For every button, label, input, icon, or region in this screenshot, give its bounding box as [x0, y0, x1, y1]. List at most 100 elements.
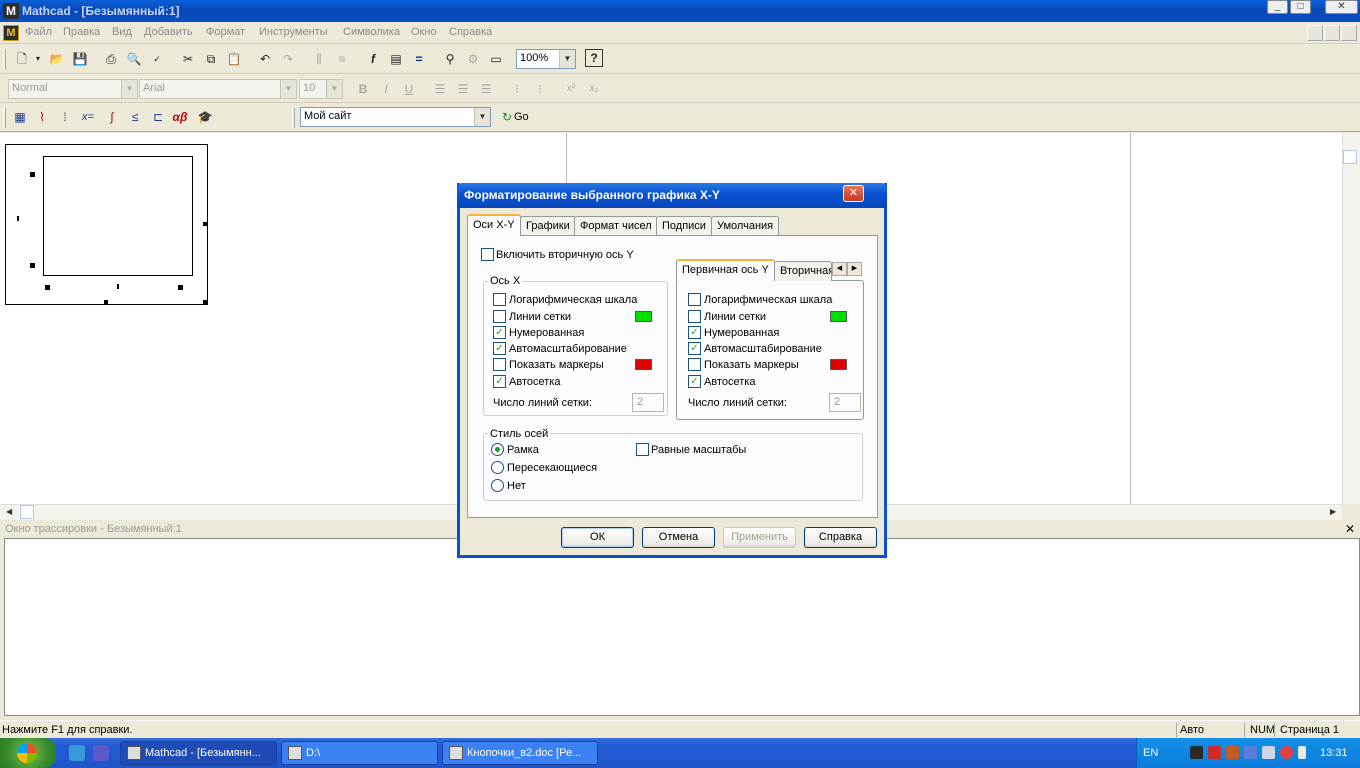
document-icon[interactable]: M [3, 25, 19, 41]
new-dropdown-icon[interactable]: ▾ [28, 49, 48, 69]
horizontal-scroll-thumb[interactable] [20, 505, 34, 519]
tray-monitor-icon[interactable] [1262, 746, 1275, 759]
x-log-scale-checkbox[interactable] [493, 293, 506, 306]
maximize-button[interactable]: □ [1290, 0, 1311, 14]
y-limit-placeholder[interactable] [30, 172, 35, 177]
menu-edit[interactable]: Правка [63, 26, 100, 38]
y-log-scale-checkbox[interactable] [688, 293, 701, 306]
tray-security-icon[interactable] [1280, 746, 1293, 759]
scroll-left-icon[interactable]: ◀ [6, 507, 12, 516]
save-icon[interactable]: 💾 [70, 49, 90, 69]
task-mathcad[interactable]: Mathcad - [Безымянн... [120, 741, 277, 765]
tab-defaults[interactable]: Умолчания [711, 216, 780, 236]
y-marker-color-swatch[interactable] [830, 359, 847, 370]
y-grid-color-swatch[interactable] [830, 311, 847, 322]
media-icon[interactable] [93, 745, 109, 761]
axis-style-crossed-radio[interactable] [491, 461, 504, 474]
menu-symbolics[interactable]: Символика [343, 26, 400, 38]
paste-icon[interactable]: 📋 [224, 49, 244, 69]
go-button[interactable]: Go [514, 111, 529, 123]
y-axis-placeholder[interactable] [17, 216, 19, 221]
chevron-down-icon[interactable]: ▼ [121, 80, 137, 98]
tab-primary-y[interactable]: Первичная ось Y [676, 259, 775, 281]
dialog-close-button[interactable]: ✕ [843, 185, 864, 202]
task-explorer[interactable]: D:\ [281, 741, 438, 765]
doc-close-button[interactable] [1341, 25, 1357, 41]
help-icon[interactable]: ? [585, 49, 603, 67]
toolbar-grip[interactable] [292, 108, 295, 128]
y-limit-placeholder[interactable] [30, 263, 35, 268]
trace-close-icon[interactable]: ✕ [1345, 522, 1355, 536]
tray-antivirus-icon[interactable] [1208, 746, 1221, 759]
boolean-icon[interactable]: ≤ [125, 107, 145, 127]
evaluation-icon[interactable]: x= [78, 107, 98, 127]
insert-function-icon[interactable]: f [363, 49, 383, 69]
resize-handle[interactable] [203, 222, 207, 226]
scroll-right-icon[interactable]: ▶ [1330, 507, 1336, 516]
tray-network-icon[interactable] [1226, 746, 1239, 759]
italic-icon[interactable]: I [376, 79, 396, 99]
font-size-select[interactable]: 10 ▼ [299, 79, 343, 99]
resource-window-icon[interactable]: ▭ [486, 49, 506, 69]
language-indicator[interactable]: EN [1143, 747, 1158, 759]
y-autoscale-checkbox[interactable]: ✓ [688, 342, 701, 355]
tray-app-icon[interactable] [1190, 746, 1203, 759]
xy-plot-area[interactable] [43, 156, 193, 276]
y-grid-lines-checkbox[interactable] [688, 310, 701, 323]
x-autogrid-checkbox[interactable]: ✓ [493, 375, 506, 388]
font-select[interactable]: Arial ▼ [139, 79, 297, 99]
x-axis-placeholder[interactable] [117, 284, 119, 289]
resize-handle[interactable] [203, 300, 207, 304]
x-grid-color-swatch[interactable] [635, 311, 652, 322]
numbering-icon[interactable]: ⁝ [530, 79, 550, 99]
menu-help[interactable]: Справка [449, 26, 492, 38]
insert-component-icon[interactable]: ⚙ [463, 49, 483, 69]
ok-button[interactable]: ОК [561, 527, 634, 548]
doc-restore-button[interactable] [1324, 25, 1340, 41]
axis-style-boxed-radio[interactable] [491, 443, 504, 456]
print-preview-icon[interactable]: 🔍 [124, 49, 144, 69]
trace-window-body[interactable] [4, 538, 1360, 716]
resource-select[interactable]: Мой сайт ▼ [300, 107, 491, 127]
y-numbered-checkbox[interactable]: ✓ [688, 326, 701, 339]
tab-labels[interactable]: Подписи [656, 216, 712, 236]
menu-view[interactable]: Вид [112, 26, 132, 38]
toolbar-grip[interactable] [3, 49, 6, 69]
align-across-icon[interactable]: ⫼ [309, 49, 329, 69]
zoom-select[interactable]: 100% ▼ [516, 49, 576, 69]
menu-format[interactable]: Формат [206, 26, 245, 38]
chevron-down-icon[interactable]: ▼ [326, 80, 342, 98]
underline-icon[interactable]: U [399, 79, 419, 99]
equal-scales-checkbox[interactable] [636, 443, 649, 456]
chevron-down-icon[interactable]: ▼ [559, 50, 575, 68]
doc-minimize-button[interactable] [1307, 25, 1323, 41]
x-grid-count-input[interactable]: 2 [632, 393, 664, 412]
open-icon[interactable]: 📂 [47, 49, 67, 69]
insert-unit-icon[interactable]: ▤ [386, 49, 406, 69]
tab-scroll-left-icon[interactable]: ◀ [832, 262, 847, 276]
tab-xy-axes[interactable]: Оси X-Y [467, 214, 521, 236]
menu-window[interactable]: Окно [411, 26, 437, 38]
greek-icon[interactable]: αβ [170, 107, 190, 127]
x-marker-color-swatch[interactable] [635, 359, 652, 370]
minimize-button[interactable]: _ [1267, 0, 1288, 14]
menu-tools[interactable]: Инструменты [259, 26, 328, 38]
help-button[interactable]: Справка [804, 527, 877, 548]
cut-icon[interactable]: ✂ [178, 49, 198, 69]
align-left-icon[interactable]: ☰ [430, 79, 450, 99]
subscript-icon[interactable]: x₂ [584, 79, 604, 99]
menu-file[interactable]: Файл [25, 26, 52, 38]
x-numbered-checkbox[interactable]: ✓ [493, 326, 506, 339]
menu-insert[interactable]: Добавить [144, 26, 193, 38]
spell-check-icon[interactable]: ✓ [147, 49, 167, 69]
x-limit-placeholder[interactable] [178, 285, 183, 290]
toolbar-grip[interactable] [3, 108, 6, 128]
graph-icon[interactable]: ⌇ [32, 107, 52, 127]
x-show-markers-checkbox[interactable] [493, 358, 506, 371]
tab-scroll-right-icon[interactable]: ▶ [847, 262, 862, 276]
calculate-icon[interactable]: = [409, 49, 429, 69]
superscript-icon[interactable]: x² [561, 79, 581, 99]
calculator-icon[interactable]: ▦ [10, 107, 30, 127]
align-right-icon[interactable]: ☰ [476, 79, 496, 99]
copy-icon[interactable]: ⧉ [201, 49, 221, 69]
